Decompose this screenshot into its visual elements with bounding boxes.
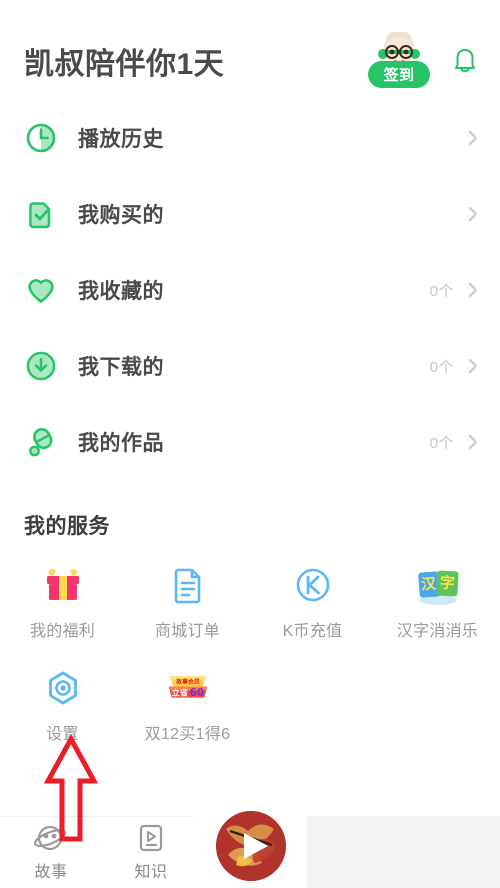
nav-label: 知识 <box>134 864 168 881</box>
list-row-label: 我购买的 <box>78 204 164 227</box>
play-triangle-icon <box>216 811 286 881</box>
svg-text:故事会员: 故事会员 <box>176 678 200 686</box>
page-title: 凯叔陪伴你1天 <box>24 48 225 81</box>
nav-item-knowledge[interactable]: 知识 <box>108 822 194 882</box>
service-label: 商城订单 <box>154 623 221 640</box>
profile-list: 播放历史 我购买的 我收藏的 0个 我下载的 0个 我的作品 0个 <box>0 100 500 480</box>
promo-badge-icon: 故事会员 立省 60 <box>165 665 211 711</box>
order-document-icon <box>165 562 211 608</box>
download-icon <box>24 349 58 383</box>
service-label: K币充值 <box>282 623 343 640</box>
chevron-right-icon <box>468 282 478 298</box>
services-grid: 我的福利 商城订单 K币充值 汉 字 汉字消消乐 设置 故事会员 立省 60 双… <box>0 562 500 744</box>
svg-text:立省: 立省 <box>171 687 187 697</box>
my-services-section: 我的服务 我的福利 商城订单 K币充值 汉 字 汉字消消乐 设置 故事会员 立省… <box>0 510 500 744</box>
bottom-bar-blank-area <box>307 817 500 888</box>
microphone-icon <box>24 425 58 459</box>
floating-play-button[interactable] <box>216 811 286 881</box>
svg-text:字: 字 <box>439 574 455 593</box>
header-actions: 签到 <box>366 32 478 88</box>
list-row-play-history[interactable]: 播放历史 <box>0 100 500 176</box>
list-row-count: 0个 <box>429 282 454 300</box>
chevron-right-icon <box>468 434 478 450</box>
my-profile-screen: 凯叔陪伴你1天 签到 播放历史 我购买的 我收藏的 0个 我下载的 0个 我的作… <box>0 0 500 888</box>
service-item-welfare[interactable]: 我的福利 <box>0 562 125 641</box>
chevron-right-icon <box>468 358 478 374</box>
service-item-mall-orders[interactable]: 商城订单 <box>125 562 250 641</box>
signin-label: 签到 <box>368 61 430 88</box>
clock-icon <box>24 121 58 155</box>
svg-text:汉: 汉 <box>420 574 437 593</box>
services-title: 我的服务 <box>24 515 110 538</box>
bottom-navigation: 故事 知识 <box>0 801 500 888</box>
check-document-icon <box>24 197 58 231</box>
service-item-k-coin-recharge[interactable]: K币充值 <box>250 562 375 641</box>
chevron-right-icon <box>468 130 478 146</box>
service-label: 汉字消消乐 <box>396 623 479 640</box>
page-header: 凯叔陪伴你1天 签到 <box>0 22 500 100</box>
list-row-label: 我的作品 <box>78 432 164 455</box>
service-item-promo-double12[interactable]: 故事会员 立省 60 双12买1得6 <box>125 665 250 744</box>
nav-item-stories[interactable]: 故事 <box>8 822 94 882</box>
signin-button[interactable]: 签到 <box>366 32 432 88</box>
list-row-label: 播放历史 <box>78 128 164 151</box>
hanzi-game-icon: 汉 字 <box>415 562 461 608</box>
play-box-icon <box>139 824 163 852</box>
settings-hexagon-icon <box>40 665 86 711</box>
svg-text:60: 60 <box>189 687 203 699</box>
list-row-favorites[interactable]: 我收藏的 0个 <box>0 252 500 328</box>
list-row-count: 0个 <box>429 358 454 376</box>
planet-icon <box>34 825 67 851</box>
service-item-settings[interactable]: 设置 <box>0 665 125 744</box>
service-item-hanzi-game[interactable]: 汉 字 汉字消消乐 <box>375 562 500 641</box>
nav-label: 故事 <box>34 864 68 881</box>
service-label: 设置 <box>46 726 79 743</box>
list-row-my-works[interactable]: 我的作品 0个 <box>0 404 500 480</box>
list-row-count: 0个 <box>429 434 454 452</box>
service-label: 我的福利 <box>29 623 96 640</box>
service-label: 双12买1得6 <box>144 726 231 743</box>
gift-icon <box>40 562 86 608</box>
bell-icon[interactable] <box>452 46 478 76</box>
list-row-purchased[interactable]: 我购买的 <box>0 176 500 252</box>
chevron-right-icon <box>468 206 478 222</box>
list-row-label: 我下载的 <box>78 356 164 379</box>
list-row-downloads[interactable]: 我下载的 0个 <box>0 328 500 404</box>
list-row-label: 我收藏的 <box>78 280 164 303</box>
k-coin-icon <box>290 562 336 608</box>
heart-icon <box>24 273 58 307</box>
